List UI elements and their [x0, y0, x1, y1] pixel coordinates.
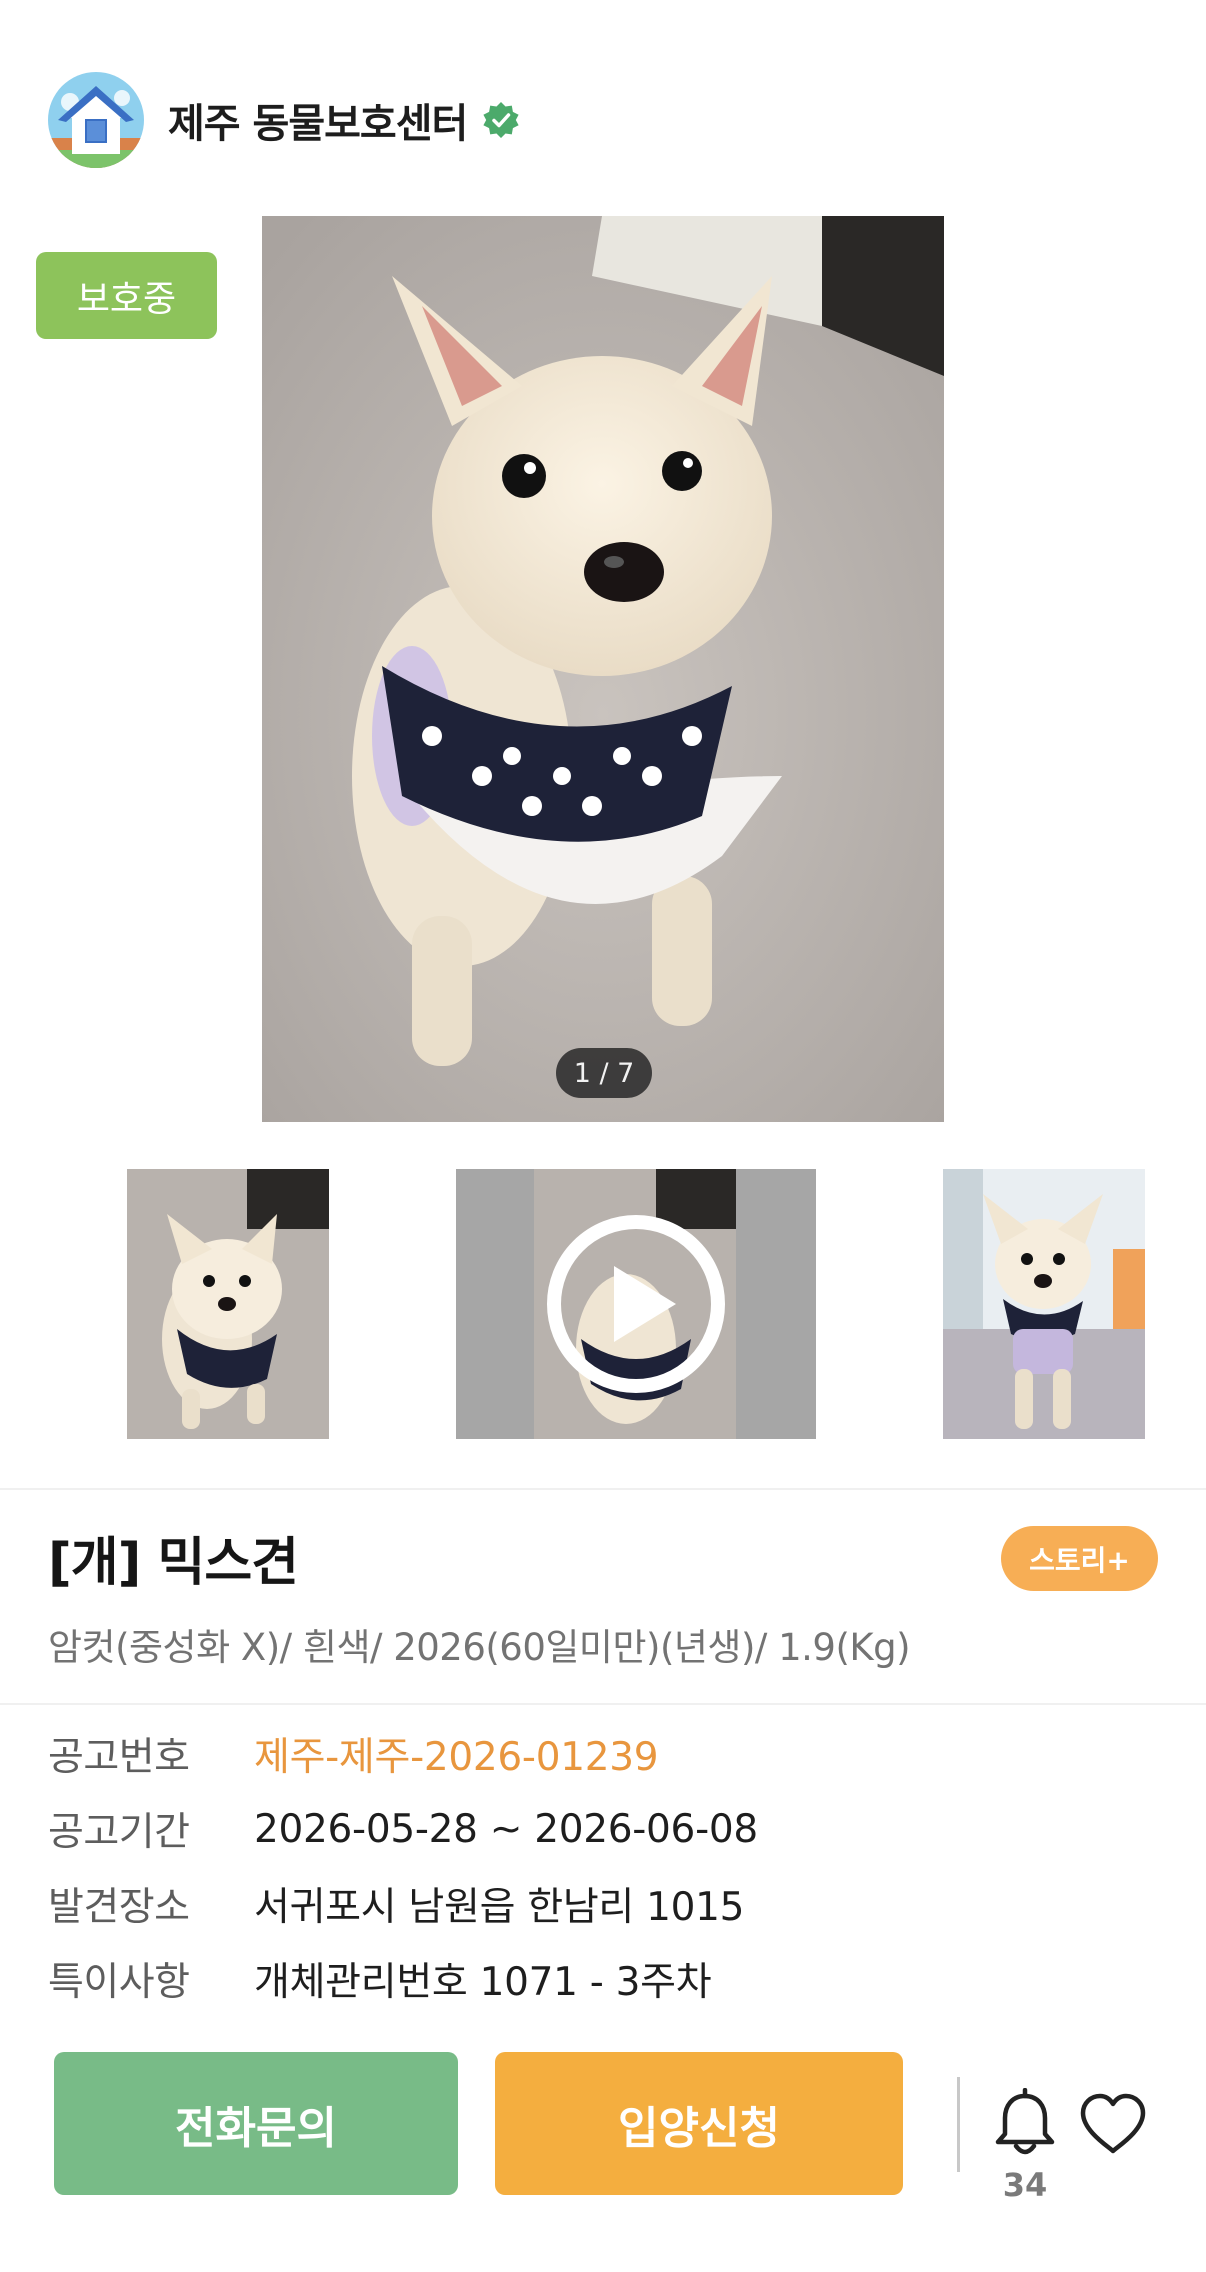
info-label: 공고기간 — [48, 1810, 190, 1855]
info-value: 제주-제주-2026-01239 — [254, 1735, 659, 1780]
story-button[interactable]: 스토리+ — [1001, 1526, 1158, 1591]
main-photo[interactable] — [262, 216, 944, 1122]
thumbnail-video[interactable] — [456, 1169, 816, 1439]
info-label: 특이사항 — [48, 1960, 190, 2005]
call-button[interactable]: 전화문의 — [54, 2052, 458, 2195]
heart-icon[interactable] — [1079, 2093, 1147, 2155]
thumbnail-photo[interactable] — [943, 1169, 1145, 1439]
info-value: 서귀포시 남원읍 한남리 1015 — [254, 1885, 745, 1930]
shelter-name[interactable]: 제주 동물보호센터 — [168, 91, 468, 149]
page-indicator: 1 / 7 — [556, 1048, 652, 1098]
adopt-button[interactable]: 입양신청 — [495, 2052, 903, 2195]
animal-title: [개] 믹스견 — [48, 1533, 299, 1593]
info-row-notice-period: 공고기간 2026-05-28 ~ 2026-06-08 — [48, 1801, 758, 1857]
info-value: 2026-05-28 ~ 2026-06-08 — [254, 1806, 758, 1852]
info-row-found-location: 발견장소 서귀포시 남원읍 한남리 1015 — [48, 1876, 744, 1932]
bell-icon[interactable] — [994, 2088, 1056, 2158]
info-value: 개체관리번호 1071 - 3주차 — [254, 1960, 712, 2005]
info-label: 발견장소 — [48, 1885, 190, 1930]
verified-badge-icon — [483, 102, 519, 138]
action-separator — [957, 2077, 960, 2172]
house-logo-icon[interactable] — [48, 72, 144, 168]
info-row-special-notes: 특이사항 개체관리번호 1071 - 3주차 — [48, 1951, 712, 2007]
thumbnail-photo[interactable] — [127, 1169, 329, 1439]
animal-description: 암컷(중성화 X)/ 흰색/ 2026(60일미만)(년생)/ 1.9(Kg) — [48, 1626, 911, 1669]
play-icon[interactable] — [546, 1214, 726, 1394]
shelter-header[interactable]: 제주 동물보호센터 — [48, 72, 521, 168]
status-badge: 보호중 — [36, 252, 217, 339]
section-divider — [0, 1703, 1206, 1705]
section-divider — [0, 1488, 1206, 1490]
bell-count: 34 — [1002, 2166, 1048, 2204]
info-row-notice-number: 공고번호 제주-제주-2026-01239 — [48, 1726, 659, 1782]
info-label: 공고번호 — [48, 1735, 190, 1780]
